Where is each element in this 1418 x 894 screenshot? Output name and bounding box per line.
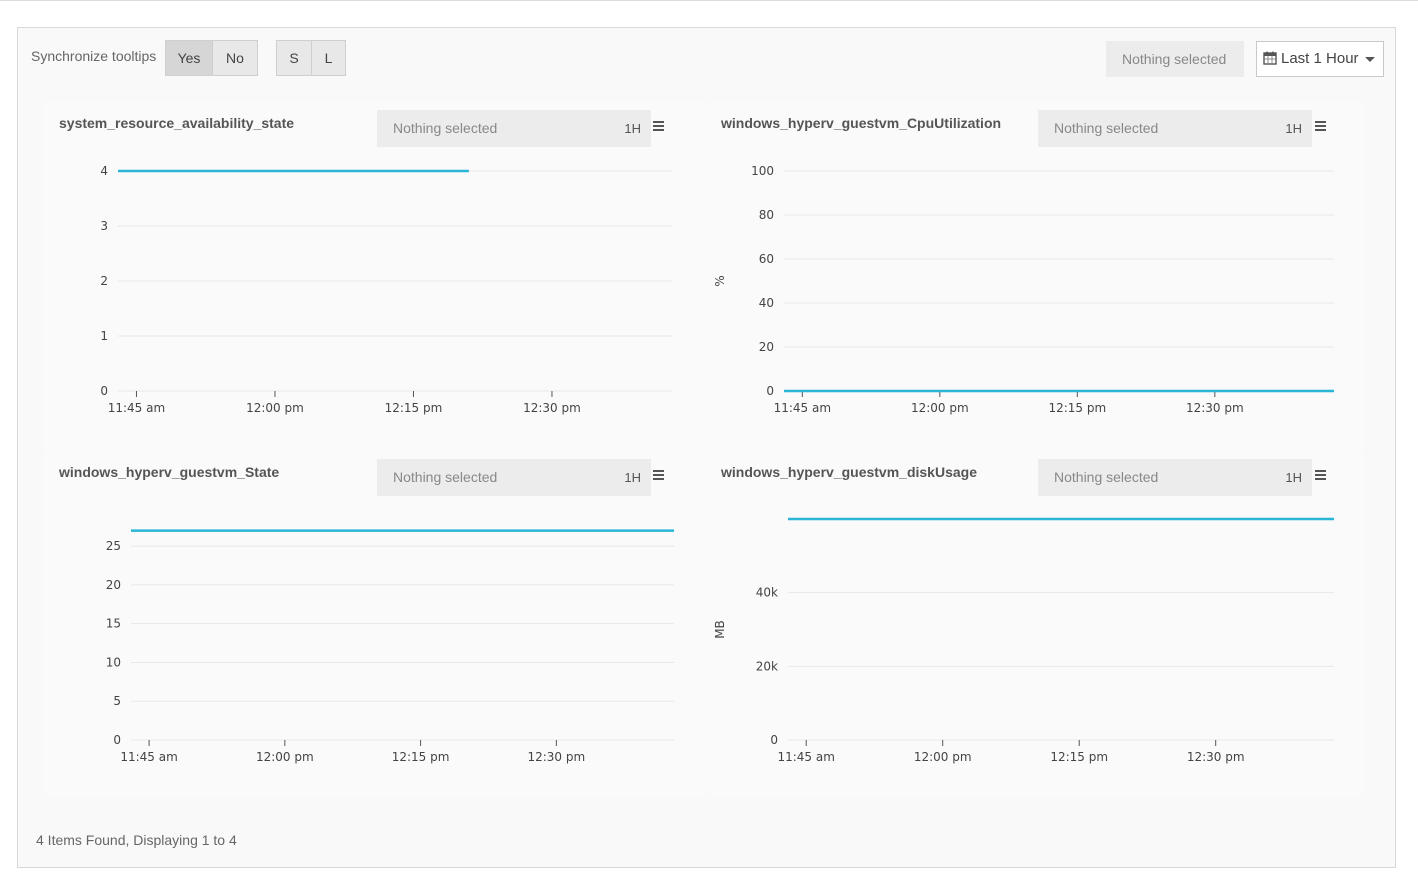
chart-card-availability-state: system_resource_availability_state Nothi… <box>44 101 704 449</box>
x-tick-label: 11:45 am <box>120 750 177 764</box>
chart-plot: 0 5 10 15 20 25 11:45 am 12:00 pm 12:15 pm 12:30 … <box>106 529 674 764</box>
y-tick-label: 3 <box>100 219 108 233</box>
size-s-button[interactable]: S <box>276 40 312 76</box>
sync-tooltips-label: Synchronize tooltips <box>31 48 157 64</box>
x-tick-label: 12:00 pm <box>911 401 969 415</box>
y-tick-label: 15 <box>106 617 121 631</box>
chart-card-cpu-utilization: windows_hyperv_guestvm_CpuUtilization No… <box>706 101 1364 449</box>
chart-card-disk-usage: windows_hyperv_guestvm_diskUsage Nothing… <box>706 450 1364 796</box>
timerange-label: Last 1 Hour <box>1281 50 1359 67</box>
y-tick-label: 40 <box>759 296 774 310</box>
y-tick-label: 0 <box>100 384 108 398</box>
chart-plot: 0 20k 40k 11:45 am 12:00 pm 12:15 pm 12:30 pm M… <box>713 517 1334 764</box>
y-tick-label: 10 <box>106 655 121 669</box>
y-tick-label: 2 <box>100 274 108 288</box>
chevron-down-icon <box>1365 57 1375 62</box>
x-tick-label: 12:30 pm <box>1186 401 1244 415</box>
y-tick-label: 0 <box>770 733 778 747</box>
x-tick-label: 12:30 pm <box>527 750 585 764</box>
x-tick-label: 12:00 pm <box>914 750 972 764</box>
x-tick-label: 12:30 pm <box>523 401 581 415</box>
x-tick-label: 11:45 am <box>108 401 165 415</box>
size-l-button[interactable]: L <box>311 40 346 76</box>
x-tick-label: 12:15 pm <box>1048 401 1106 415</box>
calendar-icon <box>1263 51 1277 65</box>
y-tick-label: 0 <box>766 384 774 398</box>
y-tick-label: 20 <box>759 340 774 354</box>
pagination-summary: 4 Items Found, Displaying 1 to 4 <box>36 832 237 848</box>
timerange-dropdown[interactable]: Last 1 Hour <box>1256 41 1384 77</box>
y-tick-label: 1 <box>100 329 108 343</box>
y-axis-label: % <box>713 275 727 286</box>
chart-card-guestvm-state: windows_hyperv_guestvm_State Nothing sel… <box>44 450 704 796</box>
sync-no-button[interactable]: No <box>212 40 258 76</box>
y-tick-label: 100 <box>751 164 774 178</box>
y-axis-label: MB <box>713 620 727 639</box>
x-tick-label: 12:30 pm <box>1187 750 1245 764</box>
x-tick-label: 11:45 am <box>777 750 834 764</box>
sync-yes-button[interactable]: Yes <box>165 40 213 76</box>
x-tick-label: 12:15 pm <box>392 750 450 764</box>
chart-plot: 0 20 40 60 80 100 11:45 am 12:00 pm 12:15 pm 12:3… <box>713 164 1334 415</box>
y-tick-label: 4 <box>100 164 108 178</box>
y-tick-label: 40k <box>756 586 778 600</box>
chart-plot: 0 1 2 3 4 11:45 am 12:00 pm 12:15 pm 12:30 pm <box>100 164 672 415</box>
y-tick-label: 5 <box>113 694 121 708</box>
y-tick-label: 80 <box>759 208 774 222</box>
y-tick-label: 60 <box>759 252 774 266</box>
y-tick-label: 25 <box>106 539 121 553</box>
x-tick-label: 12:00 pm <box>246 401 304 415</box>
y-tick-label: 0 <box>113 733 121 747</box>
x-tick-label: 12:00 pm <box>256 750 314 764</box>
x-tick-label: 11:45 am <box>774 401 831 415</box>
y-tick-label: 20k <box>756 659 778 673</box>
top-divider <box>0 0 1418 1</box>
y-tick-label: 20 <box>106 578 121 592</box>
x-tick-label: 12:15 pm <box>385 401 443 415</box>
global-filter-select[interactable]: Nothing selected <box>1106 41 1244 77</box>
x-tick-label: 12:15 pm <box>1050 750 1108 764</box>
